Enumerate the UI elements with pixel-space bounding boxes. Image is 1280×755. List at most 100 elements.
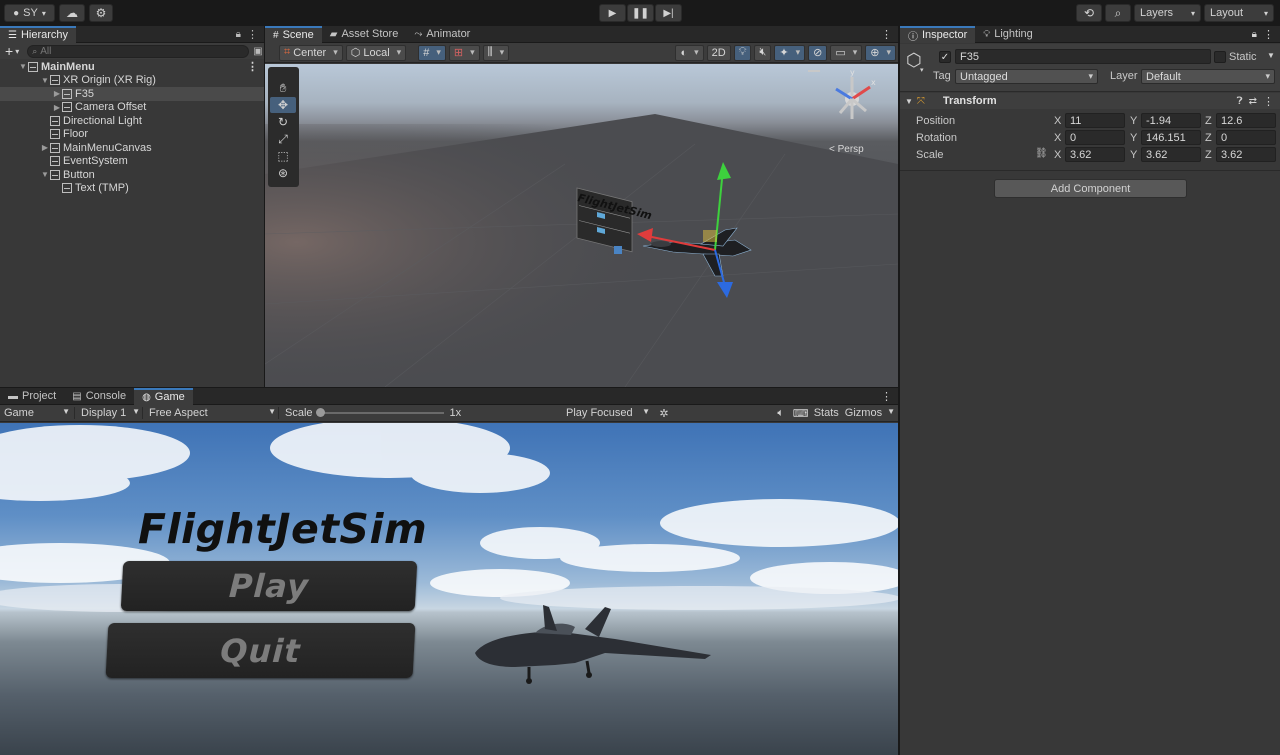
list-item[interactable]: Text (TMP)	[0, 182, 264, 196]
layers-dropdown[interactable]: Layers ▾	[1134, 4, 1201, 22]
scale-tool-icon[interactable]: ⤢	[270, 131, 296, 147]
tag-dropdown[interactable]: Untagged	[955, 69, 1098, 84]
rotation-y-field[interactable]: 146.151	[1141, 130, 1201, 145]
transform-header[interactable]: ▼ ⤧ Transform ❓︎ ⇄ ⋮	[900, 93, 1280, 109]
axis-x-label[interactable]: X	[1054, 149, 1061, 161]
add-icon[interactable]: +	[5, 43, 13, 59]
axis-z-label[interactable]: Z	[1205, 115, 1212, 127]
account-dropdown[interactable]: ● SY ▾	[4, 4, 55, 22]
scale-y-field[interactable]: 3.62	[1141, 147, 1201, 162]
tab-project[interactable]: ▬ Project	[0, 388, 64, 405]
lighting-toggle[interactable]: 💡︎	[733, 44, 752, 61]
more-icon[interactable]: ⋮	[881, 390, 892, 403]
list-item[interactable]: Floor	[0, 128, 264, 142]
axis-y-label[interactable]: Y	[1130, 132, 1137, 144]
scene-viewport[interactable]: FlightJetSim y x < Persp ✋︎ ✥ ↻ ⤢ ⬚ ⊛	[265, 64, 898, 387]
more-icon[interactable]: ⋮	[1263, 28, 1274, 41]
preset-icon[interactable]: ⇄	[1249, 96, 1257, 107]
keyboard-button[interactable]: ⌨	[791, 407, 811, 420]
camera-dropdown[interactable]: ▭	[830, 44, 863, 61]
scale-x-field[interactable]: 3.62	[1065, 147, 1125, 162]
more-icon[interactable]: ⋮	[247, 28, 258, 41]
tab-scene[interactable]: # Scene	[265, 25, 322, 43]
tab-inspector[interactable]: ⓘ Inspector	[900, 25, 976, 43]
divider[interactable]	[0, 387, 898, 388]
axis-x-label[interactable]: X	[1054, 132, 1061, 144]
pause-button[interactable]: ❚❚	[627, 4, 654, 22]
list-item[interactable]: EventSystem	[0, 155, 264, 169]
expand-arrow-icon[interactable]: ▶	[52, 89, 62, 98]
list-item[interactable]: ▼ MainMenu ⋮	[0, 60, 264, 74]
search-button[interactable]: ⌕	[1105, 4, 1131, 22]
draw-mode-dropdown[interactable]: ◐	[675, 44, 704, 61]
mute-button[interactable]: 🔈︎	[771, 407, 791, 420]
list-item[interactable]: ▶ Camera Offset	[0, 101, 264, 115]
expand-arrow-icon[interactable]: ▼	[18, 62, 28, 71]
aspect-dropdown[interactable]: Free Aspect ▼	[142, 407, 278, 419]
mode-2d-toggle[interactable]: 2D	[706, 44, 731, 61]
divider[interactable]	[898, 26, 900, 755]
more-icon[interactable]: ⋮	[1263, 95, 1274, 108]
add-component-button[interactable]: Add Component	[994, 179, 1187, 198]
axis-z-label[interactable]: Z	[1205, 132, 1212, 144]
search-input[interactable]: ⌕ All	[27, 44, 250, 58]
link-icon[interactable]: ⛓︎	[1035, 148, 1048, 159]
tab-asset-store[interactable]: ▰ Asset Store	[322, 26, 407, 43]
audio-toggle[interactable]: 🔇︎	[754, 44, 772, 61]
quit-button[interactable]: Quit	[105, 623, 416, 678]
help-icon[interactable]: ❓︎	[1237, 96, 1243, 107]
expand-arrow-icon[interactable]: ▶	[40, 143, 50, 152]
divider[interactable]	[264, 26, 265, 387]
more-icon[interactable]: ⋮	[881, 28, 892, 41]
game-view-dropdown[interactable]: Game ▼	[0, 407, 74, 419]
chevron-down-icon[interactable]: ▾	[15, 47, 19, 56]
active-checkbox[interactable]: ✓	[939, 51, 951, 63]
tab-animator[interactable]: ⤳ Animator	[406, 26, 478, 43]
gizmos-dropdown[interactable]: ⊕	[865, 44, 896, 61]
hand-tool-icon[interactable]: ✋︎	[270, 80, 296, 96]
cloud-button[interactable]: ☁	[59, 4, 85, 22]
scale-track[interactable]	[315, 408, 444, 417]
visibility-toggle[interactable]: ⊘	[808, 44, 828, 61]
lock-icon[interactable]: 🔒︎	[1252, 29, 1257, 40]
gizmos-dropdown[interactable]: Gizmos ▼	[842, 407, 898, 419]
tab-hierarchy[interactable]: ☰ Hierarchy	[0, 25, 77, 43]
list-item[interactable]: Directional Light	[0, 114, 264, 128]
static-checkbox[interactable]	[1214, 51, 1226, 63]
axis-y-label[interactable]: Y	[1130, 115, 1137, 127]
display-dropdown[interactable]: Display 1 ▼	[74, 407, 142, 419]
debug-button[interactable]: ✲	[654, 407, 674, 420]
persp-label[interactable]: < Persp	[829, 144, 864, 155]
history-button[interactable]: ⟲	[1076, 4, 1102, 22]
layer-dropdown[interactable]: Default	[1141, 69, 1275, 84]
position-z-field[interactable]: 12.6	[1216, 113, 1276, 128]
play-button[interactable]: Play	[120, 561, 418, 611]
pivot-dropdown[interactable]: ⌗ Center	[279, 44, 343, 61]
list-item[interactable]: ▶ MainMenuCanvas	[0, 141, 264, 155]
position-y-field[interactable]: -1.94	[1141, 113, 1201, 128]
tab-game[interactable]: ◍ Game	[134, 387, 193, 405]
expand-arrow-icon[interactable]: ▼	[40, 170, 50, 179]
space-dropdown[interactable]: ⬡ Local	[345, 44, 407, 61]
rotate-tool-icon[interactable]: ↻	[270, 114, 296, 130]
scale-thumb[interactable]	[315, 408, 325, 417]
snap-increment-dropdown[interactable]: ⊞	[448, 44, 480, 61]
tab-lighting[interactable]: 💡︎ Lighting	[975, 26, 1041, 43]
play-mode-dropdown[interactable]: Play Focused ▼	[562, 407, 654, 419]
more-icon[interactable]: ⋮	[247, 60, 258, 73]
axis-y-label[interactable]: Y	[1130, 149, 1137, 161]
axis-z-label[interactable]: Z	[1205, 149, 1212, 161]
scale-z-field[interactable]: 3.62	[1216, 147, 1276, 162]
stats-button[interactable]: Stats	[811, 407, 842, 419]
step-button[interactable]: ▶|	[655, 4, 682, 22]
scale-slider[interactable]: Scale 1x	[278, 407, 562, 419]
expand-arrow-icon[interactable]: ▼	[40, 76, 50, 85]
list-item[interactable]: ▼ Button	[0, 168, 264, 182]
chevron-down-icon[interactable]: ▼	[1267, 51, 1275, 60]
game-viewport[interactable]: FlightJetSim Play Quit	[0, 423, 898, 755]
axis-x-label[interactable]: X	[1054, 115, 1061, 127]
list-item[interactable]: ▼ XR Origin (XR Rig)	[0, 74, 264, 88]
play-button[interactable]: ▶	[599, 4, 626, 22]
rotation-z-field[interactable]: 0	[1216, 130, 1276, 145]
move-tool-icon[interactable]: ✥	[270, 97, 296, 113]
